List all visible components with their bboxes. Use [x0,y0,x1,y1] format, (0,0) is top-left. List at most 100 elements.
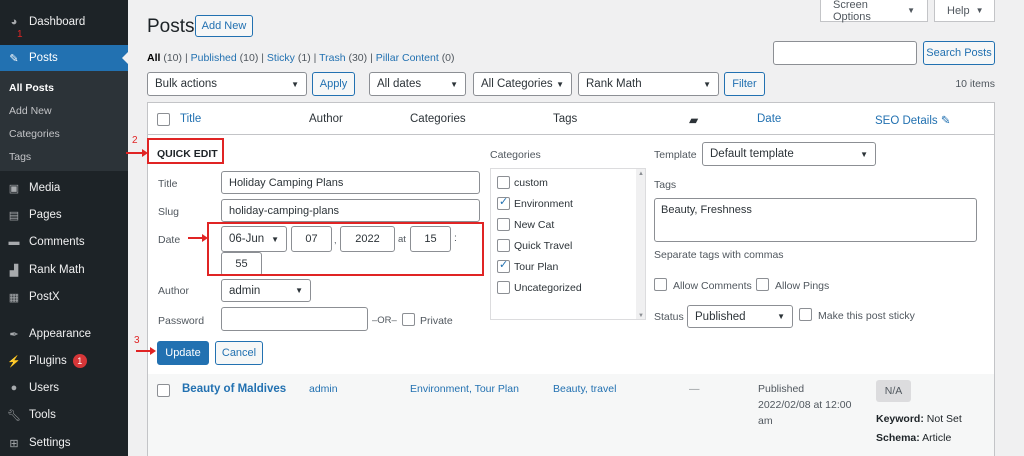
status-select[interactable]: Published ▼ [687,305,793,328]
filter-button[interactable]: Filter [724,72,765,96]
search-posts-button[interactable]: Search Posts [923,41,995,65]
submenu-tags[interactable]: Tags [9,151,31,163]
sidebar-item-label: PostX [29,291,60,303]
category-item[interactable]: Quick Travel [497,239,572,252]
slug-field[interactable]: holiday-camping-plans [221,199,480,222]
category-checkbox[interactable] [497,281,510,294]
sidebar-item-posts[interactable]: ✎ Posts [0,45,128,71]
sidebar-item-settings[interactable]: ⊞ Settings [0,430,128,456]
column-title[interactable]: Title [180,113,201,125]
categories-label: Categories [490,149,541,161]
submenu-all-posts[interactable]: All Posts [9,82,54,94]
screen-options-tab[interactable]: Screen Options ▼ [820,0,928,23]
table-header: Title Author Categories Tags ▰ Date SEO … [148,103,994,135]
bulk-actions-select[interactable]: Bulk actions ▼ [147,72,307,96]
author-select[interactable]: admin ▼ [221,279,311,302]
help-tab[interactable]: Help ▼ [934,0,995,22]
rank-math-filter-select[interactable]: Rank Math ▼ [578,72,719,96]
title-field[interactable]: Holiday Camping Plans [221,171,480,194]
category-item[interactable]: Environment [497,195,573,210]
sidebar-item-users[interactable]: ● Users [0,375,128,401]
apply-button[interactable]: Apply [312,72,355,96]
screen-options-label: Screen Options [833,0,871,23]
plugins-update-badge: 1 [72,354,87,368]
author-label: Author [158,285,189,297]
view-trash[interactable]: Trash (30) [319,52,367,64]
template-label: Template [654,149,697,161]
status-label: Status [654,311,684,323]
chevron-down-icon: ▼ [295,286,303,295]
row-checkbox[interactable] [157,384,170,397]
view-label: Trash [319,52,346,64]
date-label: Date [158,234,181,246]
sticky-checkbox[interactable] [799,308,812,321]
sidebar-item-rank-math[interactable]: ▟ Rank Math [0,257,128,283]
date-filter-select[interactable]: All dates ▼ [369,72,466,96]
tags-textarea[interactable]: Beauty, Freshness [654,198,977,242]
category-checkbox[interactable] [497,176,510,189]
allow-pings-checkbox[interactable] [756,278,769,291]
tools-icon: 🔧︎ [7,409,21,422]
category-item[interactable]: New Cat [497,218,554,231]
view-published[interactable]: Published (10) [191,52,259,64]
password-field[interactable] [221,307,368,331]
annotation-arrow [188,234,208,242]
category-checkbox[interactable] [497,239,510,252]
sidebar-item-media[interactable]: ▣ Media [0,175,128,201]
sidebar-item-tools[interactable]: 🔧︎ Tools [0,402,128,428]
category-item[interactable]: Uncategorized [497,281,582,294]
submenu-categories[interactable]: Categories [9,128,60,140]
category-scrollbar[interactable]: ▲ ▼ [636,169,645,319]
separator: | [184,52,188,64]
template-select[interactable]: Default template ▼ [702,142,876,166]
cancel-button[interactable]: Cancel [215,341,263,365]
category-checkbox-checked[interactable] [497,258,510,273]
sidebar-item-comments[interactable]: ▬ Comments [0,229,128,255]
select-value: Default template [710,148,794,160]
category-filter-select[interactable]: All Categories ▼ [473,72,572,96]
view-pillar-content[interactable]: Pillar Content (0) [376,52,455,64]
seo-score-badge: N/A [876,380,911,402]
pencil-icon: ✎ [940,115,951,127]
view-count: (30) [348,52,368,64]
column-tags: Tags [553,113,578,125]
select-all-checkbox[interactable] [157,113,170,126]
post-title-link[interactable]: Beauty of Maldives [182,383,286,395]
page-scrollbar[interactable] [1012,0,1024,456]
separator: | [261,52,264,64]
view-count: (10) [163,52,183,64]
view-all[interactable]: All (10) [147,52,182,64]
sidebar-item-postx[interactable]: ▦ PostX [0,284,128,310]
post-tags-link[interactable]: Beauty, travel [553,383,616,395]
sidebar-item-plugins[interactable]: ⚡ Plugins 1 [0,348,128,374]
posts-table: Title Author Categories Tags ▰ Date SEO … [147,102,995,456]
allow-comments-checkbox[interactable] [654,278,667,291]
select-value: Published [695,310,746,323]
category-checkbox[interactable] [497,218,510,231]
column-date[interactable]: Date [757,113,781,125]
view-sticky[interactable]: Sticky (1) [267,52,311,64]
category-item[interactable]: Tour Plan [497,258,558,273]
sidebar-item-appearance[interactable]: ✒ Appearance [0,321,128,347]
sidebar-item-pages[interactable]: ▤ Pages [0,202,128,228]
chevron-down-icon: ▼ [291,79,299,89]
update-button[interactable]: Update [157,341,209,365]
private-checkbox[interactable] [402,313,415,326]
add-new-button[interactable]: Add New [195,15,253,37]
post-date-value: 2022/02/08 at 12:00 [758,399,852,411]
seo-schema: Schema: Article [876,432,951,444]
seo-keyword: Keyword: Not Set [876,413,962,425]
category-item[interactable]: custom [497,176,548,189]
post-search-input[interactable] [773,41,917,65]
category-checkbox-checked[interactable] [497,195,510,210]
keyword-value: Not Set [926,413,962,425]
post-categories-link[interactable]: Environment, Tour Plan [410,383,519,395]
column-seo-details[interactable]: SEO Details ✎ [875,113,950,127]
submenu-add-new[interactable]: Add New [9,105,52,117]
media-icon: ▣ [8,182,20,195]
sidebar-item-label: Pages [29,209,62,221]
post-author-link[interactable]: admin [309,383,338,395]
posts-submenu: All Posts Add New Categories Tags [0,71,128,171]
category-checklist[interactable]: custom Environment New Cat Quick Travel … [490,168,646,320]
view-label: All [147,52,161,64]
